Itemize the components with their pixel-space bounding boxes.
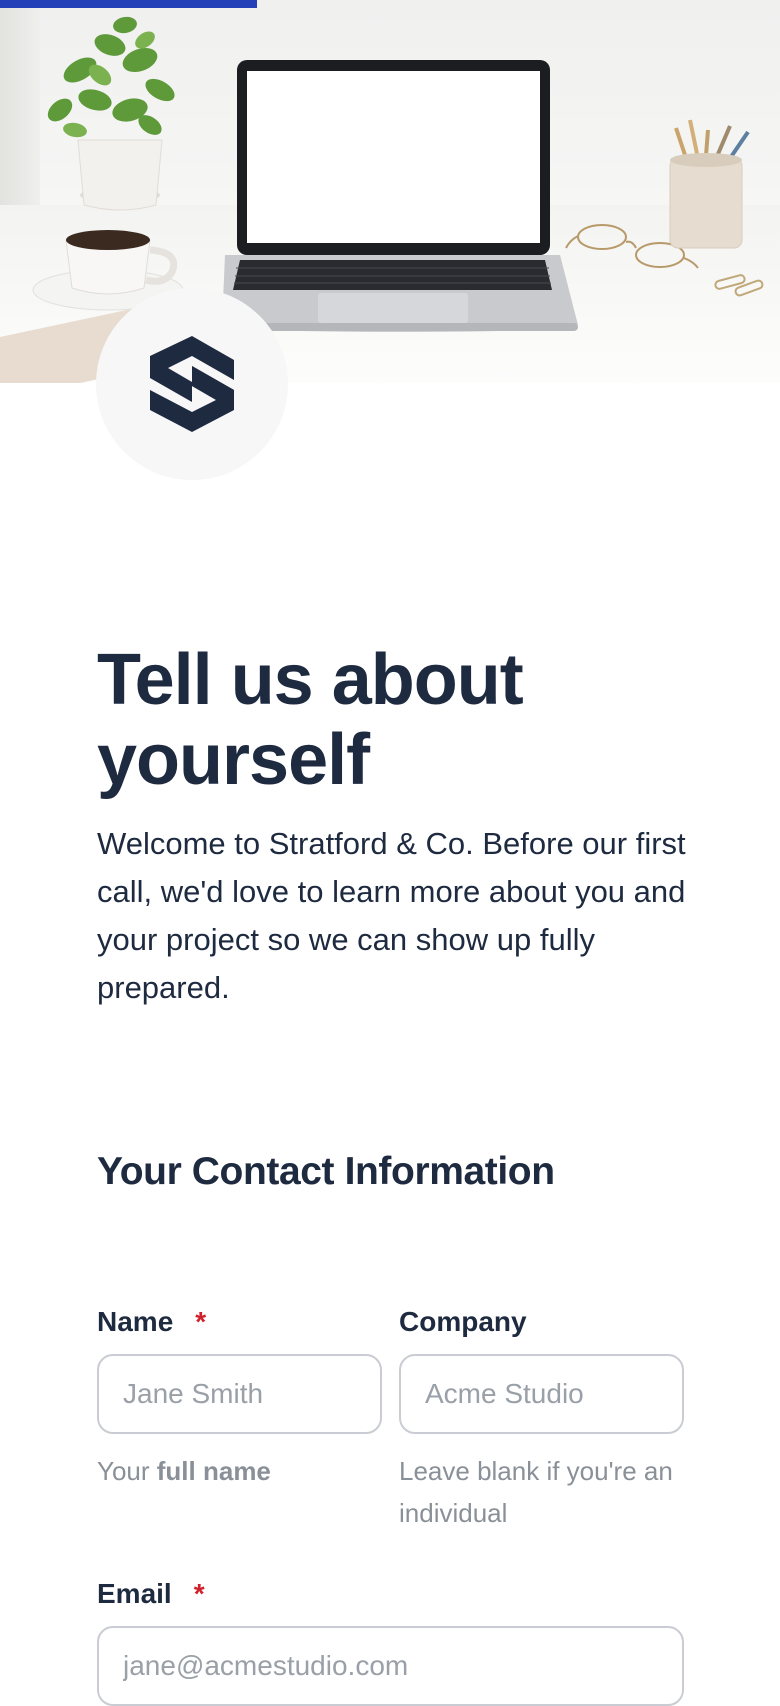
name-help-text: Your full name [97, 1456, 271, 1486]
section-title: Your Contact Information [97, 1150, 555, 1193]
stratford-s-logo-icon [150, 336, 234, 432]
email-field-label: Email * [97, 1578, 205, 1610]
page-title: Tell us about yourself [97, 640, 524, 800]
required-marker: * [195, 1306, 207, 1337]
intro-text: Welcome to Stratford & Co. Before our fi… [97, 826, 686, 1005]
plant-icon [47, 16, 175, 211]
name-label: Name [97, 1306, 174, 1337]
name-input[interactable] [97, 1354, 382, 1434]
email-input[interactable] [97, 1626, 684, 1706]
laptop-icon [222, 60, 578, 332]
company-label: Company [399, 1306, 527, 1337]
company-help-text: Leave blank if you're an individual [399, 1456, 673, 1528]
pencil-holder-icon [669, 119, 750, 249]
company-logo [96, 288, 288, 480]
paper-clips-icon [714, 274, 764, 297]
company-field-label: Company [399, 1306, 527, 1338]
progress-bar [0, 0, 780, 8]
intro-section: Tell us about yourself Welcome to Stratf… [97, 640, 687, 1012]
name-field-label: Name * [97, 1306, 206, 1338]
email-label: Email [97, 1578, 172, 1609]
required-marker: * [193, 1578, 205, 1609]
progress-bar-fill [0, 0, 258, 8]
company-input[interactable] [399, 1354, 684, 1434]
